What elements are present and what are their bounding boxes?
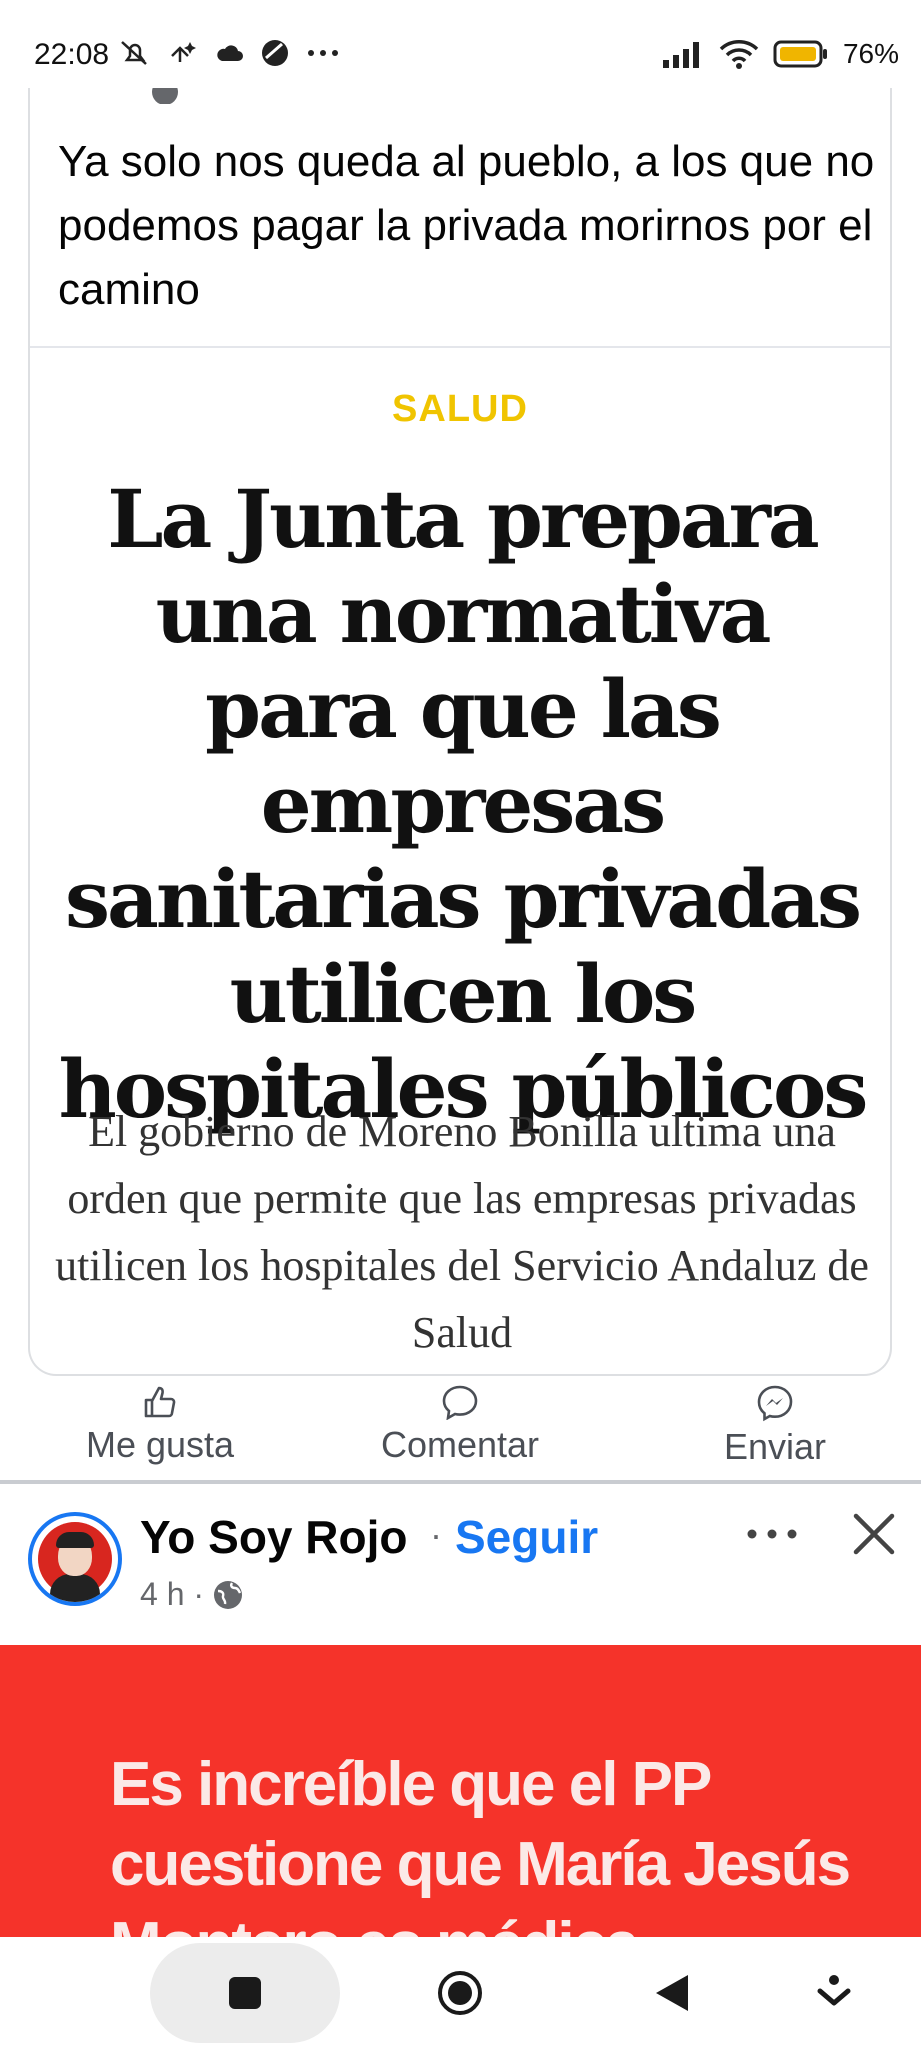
comment-button[interactable]: Comentar bbox=[370, 1384, 550, 1466]
avatar[interactable] bbox=[28, 1512, 122, 1606]
avatar-image bbox=[38, 1522, 112, 1602]
home-icon bbox=[438, 1971, 482, 2015]
separator: · bbox=[430, 1514, 442, 1555]
back-icon bbox=[656, 1975, 688, 2011]
battery-icon bbox=[773, 40, 827, 68]
post-text: Ya solo nos queda al pueblo, a los que n… bbox=[58, 137, 875, 314]
mute-icon bbox=[121, 41, 147, 65]
like-icon bbox=[144, 1386, 176, 1418]
notification-icons bbox=[118, 38, 340, 68]
follow-button[interactable]: Seguir bbox=[455, 1510, 598, 1564]
send-button[interactable]: Enviar bbox=[685, 1384, 865, 1468]
recents-button[interactable] bbox=[215, 1963, 275, 2023]
post-header: Yo Soy Rojo · Seguir 4 h · bbox=[0, 1484, 921, 1644]
home-button[interactable] bbox=[428, 1961, 492, 2025]
hide-nav-icon bbox=[817, 1975, 851, 2006]
comment-icon bbox=[442, 1385, 478, 1420]
more-dots-icon bbox=[308, 50, 338, 56]
image-text: Es increíble que el PP cuestione que Mar… bbox=[110, 1750, 851, 1937]
like-label: Me gusta bbox=[85, 1424, 235, 1465]
close-icon[interactable] bbox=[848, 1508, 900, 1560]
globe-icon bbox=[214, 1580, 243, 1609]
like-button[interactable]: Me gusta bbox=[70, 1384, 250, 1466]
post-timestamp: 4 h · bbox=[140, 1576, 244, 1613]
timestamp-text: 4 h · bbox=[140, 1576, 205, 1612]
hide-nav-button[interactable] bbox=[806, 1963, 862, 2023]
more-options-icon[interactable] bbox=[742, 1514, 802, 1554]
cloud-icon bbox=[217, 45, 243, 61]
page-name[interactable]: Yo Soy Rojo bbox=[140, 1510, 408, 1564]
battery-percent: 76% bbox=[842, 38, 899, 69]
send-label: Enviar bbox=[723, 1426, 827, 1467]
article-subheadline: El gobierno de Moreno Bonilla ultima una… bbox=[55, 1107, 869, 1357]
globe-icon bbox=[152, 88, 178, 104]
post-image[interactable]: Es increíble que el PP cuestione que Mar… bbox=[0, 1645, 921, 1937]
system-icons: 76% bbox=[661, 38, 899, 70]
divider bbox=[30, 346, 890, 348]
shared-post-card[interactable]: Ya solo nos queda al pueblo, a los que n… bbox=[28, 88, 892, 1376]
messenger-icon bbox=[757, 1385, 793, 1422]
article-headline[interactable]: La Junta prepara una normativa para que … bbox=[54, 472, 870, 1137]
post-meta-cut bbox=[150, 88, 180, 104]
comment-label: Comentar bbox=[380, 1424, 540, 1465]
app-icon bbox=[262, 40, 288, 66]
status-bar: 22:08 76% bbox=[0, 0, 921, 88]
signal-icon bbox=[662, 42, 699, 68]
post-action-bar: Me gusta Comentar Enviar bbox=[0, 1384, 921, 1476]
clock: 22:08 bbox=[34, 38, 110, 71]
back-button[interactable] bbox=[642, 1963, 702, 2023]
wifi-icon bbox=[719, 40, 759, 69]
recents-icon bbox=[229, 1977, 261, 2009]
assistant-icon bbox=[171, 42, 196, 62]
article-category: SALUD bbox=[392, 388, 528, 430]
navigation-bar bbox=[0, 1937, 921, 2048]
